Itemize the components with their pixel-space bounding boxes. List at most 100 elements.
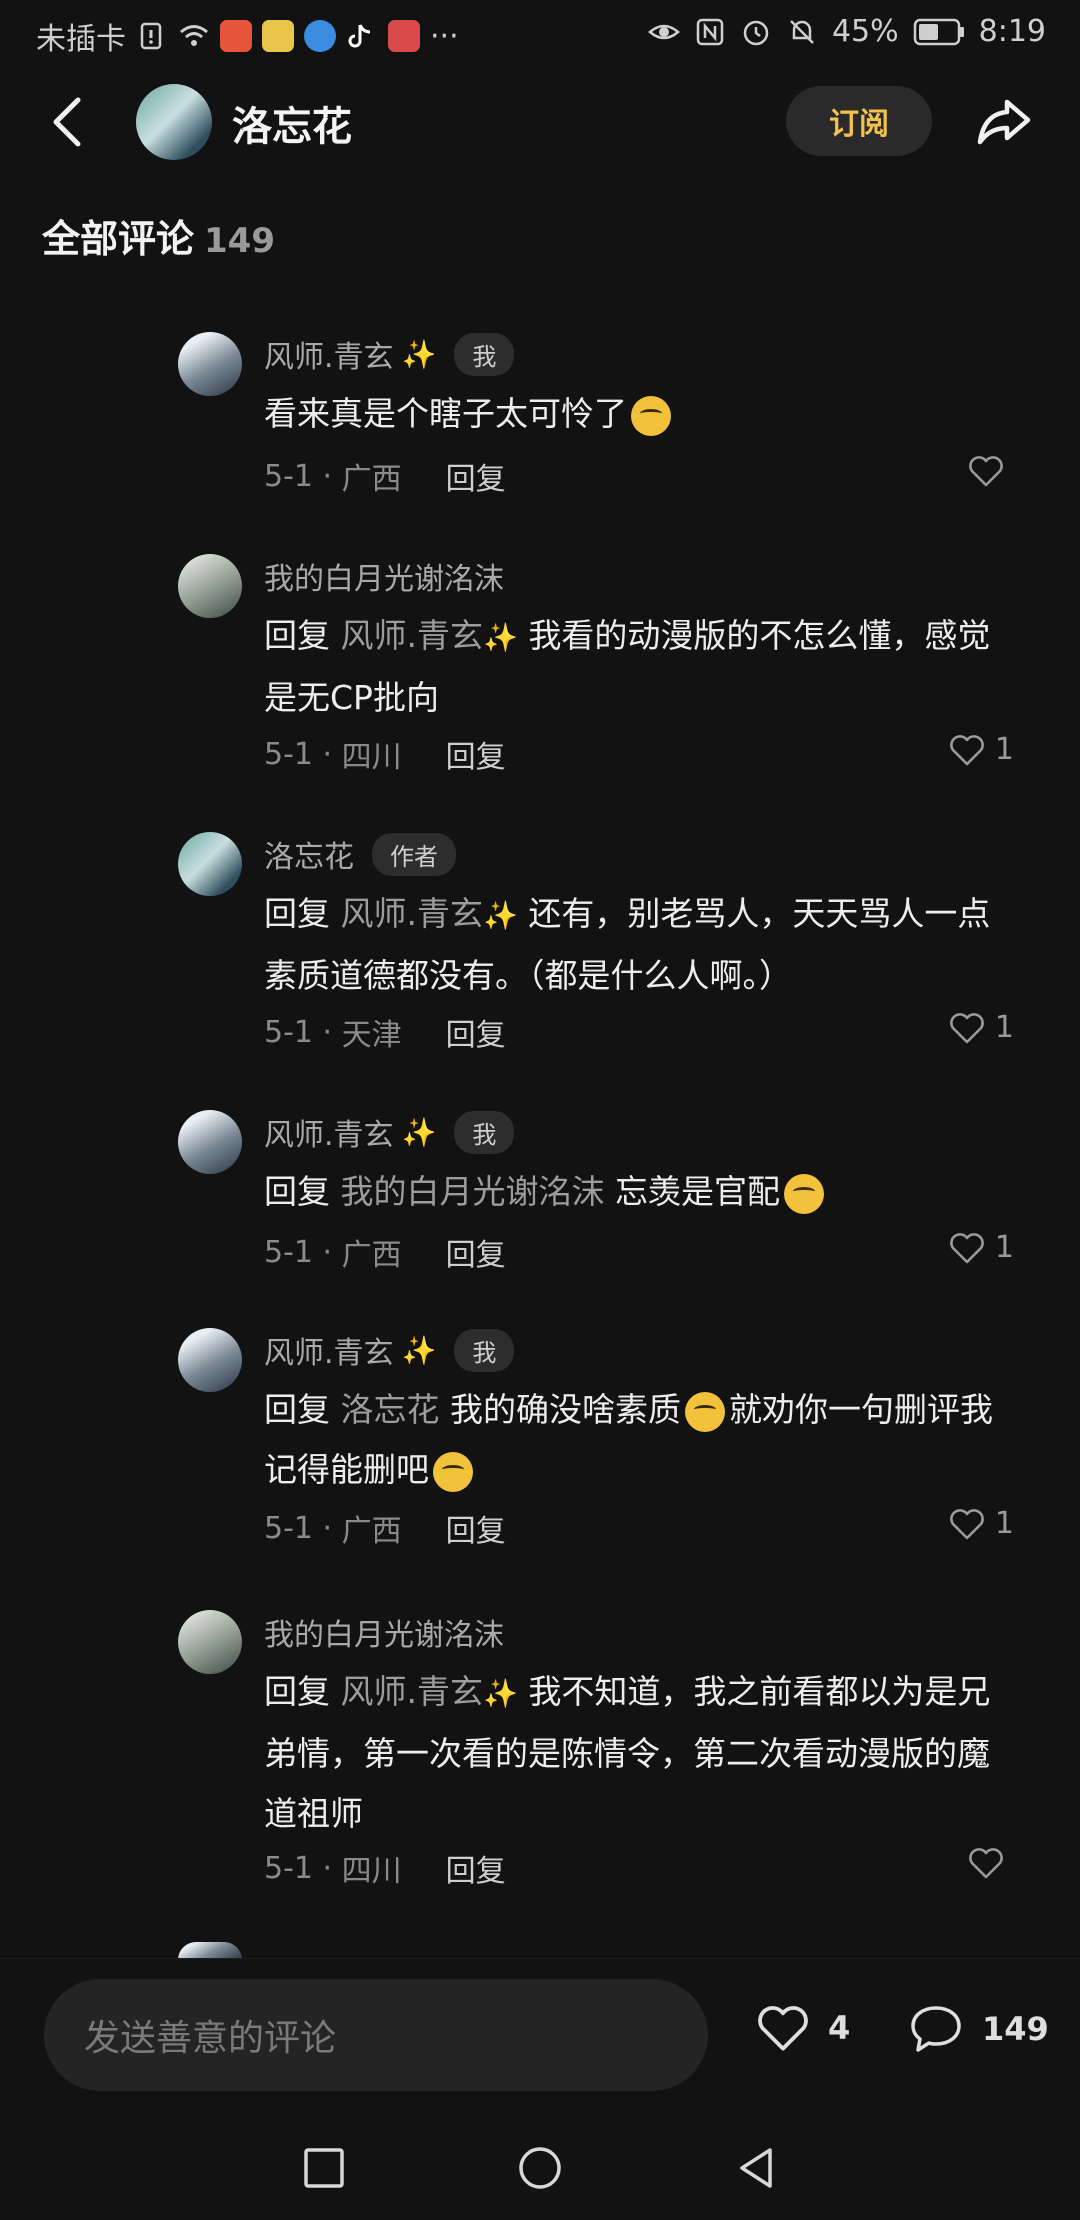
avatar[interactable] [178,332,242,396]
crying-emoji-icon [685,1391,725,1432]
comment-meta: 5-1 · 广西 回复 [264,454,506,498]
more-notifications-icon: ··· [430,18,459,54]
like-count: 1 [994,1230,1014,1265]
author-name: 洛忘花 [264,840,354,875]
comment-author[interactable]: 我的白月光谢洺沫 [264,554,504,598]
comment-location: 广西 [341,1238,402,1273]
sunglasses-emoji-icon [433,1451,473,1492]
me-badge: 我 [454,332,515,376]
reply-button[interactable]: 回复 [446,1230,506,1274]
mute-bell-icon [790,19,814,44]
like-count: 1 [994,732,1014,767]
eye-icon [648,24,680,39]
comment-input[interactable]: 发送善意的评论 [44,1979,708,2091]
comment-meta: 5-1 · 四川 回复 [264,1846,506,1890]
heart-icon [950,1508,984,1539]
avatar[interactable] [178,554,242,618]
comment-body: 忘羡是官配 [615,1172,780,1211]
comment-input-bar: 发送善意的评论 4 149 [0,1958,1080,2113]
comment-date: 5-1 [264,736,313,772]
me-badge: 我 [454,1110,515,1154]
like-count: 1 [994,1506,1014,1541]
reply-to-user[interactable]: 风师.青玄 [341,616,484,655]
author-badge: 作者 [372,832,456,876]
reply-to-user[interactable]: 风师.青玄 [341,894,484,933]
comment-text[interactable]: 回复 洛忘花 我的确没啥素质 就劝你一句删评我记得能删吧 [264,1380,1004,1500]
comment-location: 四川 [341,1854,402,1889]
home-circle-icon[interactable] [518,2146,562,2190]
avatar[interactable] [178,1610,242,1674]
comment-meta: 5-1 · 四川 回复 [264,732,506,776]
comment-author[interactable]: 我的白月光谢洺沫 [264,1610,504,1654]
avatar[interactable] [178,1110,242,1174]
app-notification-icon [220,20,252,52]
back-triangle-icon[interactable] [734,2146,778,2190]
avatar[interactable] [178,1328,242,1392]
status-bar: 未插卡 ··· 45% 8:19 [0,0,1080,64]
comment-text[interactable]: 回复 风师.青玄✨ 我看的动漫版的不怎么懂，感觉是无CP批向 [264,606,1004,728]
reply-prefix: 回复 [264,1672,330,1711]
tiktok-icon [348,24,371,48]
comment-author[interactable]: 风师.青玄 ✨ 我 [264,332,515,376]
reply-button[interactable]: 回复 [446,454,506,498]
reply-to-user[interactable]: 我的白月光谢洺沫 [341,1172,605,1211]
comments-button[interactable]: 149 [908,2003,1049,2055]
like-button[interactable]: 1 [949,1506,1014,1541]
status-right: 45% 8:19 [648,14,1046,49]
reply-button[interactable]: 回复 [446,732,506,776]
like-button[interactable]: 1 [949,1230,1014,1265]
comment-author[interactable]: 风师.青玄 ✨ 我 [264,1328,515,1372]
comment-body: 我的确没啥素质 [450,1390,681,1429]
reply-prefix: 回复 [264,894,330,933]
nfc-icon [696,18,724,45]
comment-author[interactable]: 洛忘花 作者 [264,832,456,876]
like-post-button[interactable]: 4 [756,2003,850,2053]
recents-square-icon[interactable] [302,2146,346,2190]
comment-meta: 5-1 · 广西 回复 [264,1230,506,1274]
post-comment-count: 149 [982,2010,1049,2048]
comment-text[interactable]: 回复 风师.青玄✨ 还有，别老骂人，天天骂人一点素质道德都没有。（都是什么人啊。… [264,884,1004,1006]
comment-text[interactable]: 回复 风师.青玄✨ 我不知道，我之前看都以为是兄弟情，第一次看的是陈情令，第二次… [264,1662,1004,1844]
like-button[interactable]: 1 [949,1010,1014,1045]
clock-time: 8:19 [978,14,1046,49]
comments-title-text: 全部评论 [42,217,195,261]
sparkle-icon: ✨ [401,1115,437,1149]
battery-icon [913,18,964,45]
like-count: 1 [994,1010,1014,1045]
share-icon[interactable] [974,92,1034,152]
comment-text[interactable]: 看来真是个瞎子太可怜了 [264,384,1004,444]
reply-to-user[interactable]: 风师.青玄 [341,1672,484,1711]
heart-icon [950,734,984,765]
heart-icon [950,1232,984,1263]
like-button[interactable] [968,454,1014,488]
comment-bubble-icon [911,2006,961,2052]
avatar[interactable] [178,832,242,896]
alarm-icon [743,20,769,45]
reply-button[interactable]: 回复 [446,1846,506,1890]
reply-button[interactable]: 回复 [446,1010,506,1054]
page-title[interactable]: 洛忘花 [232,94,352,152]
sparkle-icon: ✨ [401,1333,437,1367]
comments-count: 149 [204,221,275,261]
comment-text[interactable]: 回复 我的白月光谢洺沫 忘羡是官配 [264,1162,1004,1222]
sparkle-icon: ✨ [483,1677,518,1710]
author-avatar[interactable] [136,84,212,160]
reply-to-user[interactable]: 洛忘花 [341,1390,440,1429]
reply-prefix: 回复 [264,616,330,655]
wifi-icon [180,25,208,46]
like-button[interactable]: 1 [949,732,1014,767]
sim-alert-icon [140,22,162,50]
author-name: 我的白月光谢洺沫 [264,562,504,597]
crying-emoji-icon [631,395,671,436]
comment-location: 四川 [341,740,402,775]
comment-author[interactable]: 风师.青玄 ✨ 我 [264,1110,515,1154]
heart-icon [969,456,1003,487]
app-notification-icon [262,20,294,52]
reply-button[interactable]: 回复 [446,1506,506,1550]
author-name: 风师.青玄 [264,340,394,375]
star-eyes-emoji-icon [784,1173,824,1214]
comments-section-title: 全部评论 149 [42,208,275,263]
back-arrow-icon[interactable] [38,92,98,152]
subscribe-button[interactable]: 订阅 [786,86,932,156]
like-button[interactable] [968,1846,1014,1880]
